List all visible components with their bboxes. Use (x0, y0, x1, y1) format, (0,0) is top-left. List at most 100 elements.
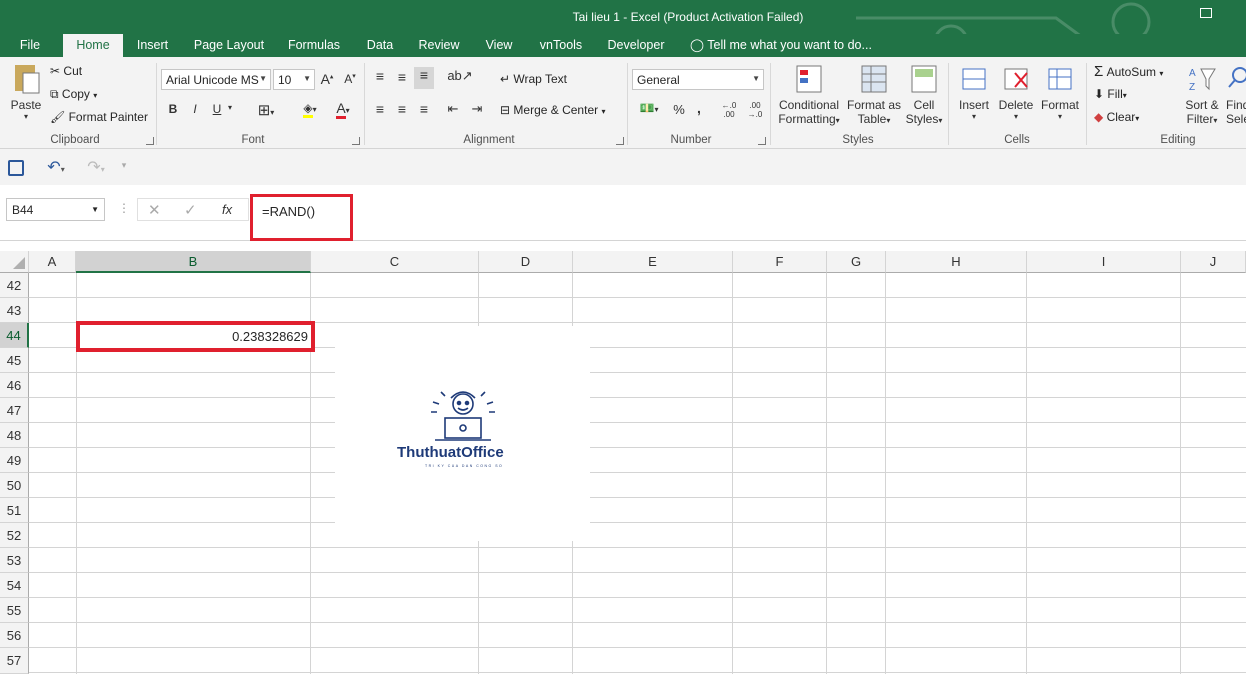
restore-window-button[interactable] (1200, 8, 1212, 18)
format-painter-button[interactable]: 🖌 Format Painter (50, 110, 148, 124)
increase-decimal-button[interactable]: ←.0 .00 (718, 101, 740, 119)
row-header[interactable]: 43 (0, 298, 29, 323)
align-bottom-icon[interactable]: ≡ (414, 67, 434, 89)
italic-button[interactable]: I (188, 102, 202, 116)
number-format-select[interactable]: General ▼ (632, 69, 764, 90)
save-icon[interactable] (8, 160, 24, 176)
wrap-text-button[interactable]: ↵ Wrap Text (500, 72, 567, 86)
column-header-selected[interactable]: B (76, 251, 311, 273)
row-header[interactable]: 51 (0, 498, 29, 523)
row-header[interactable]: 48 (0, 423, 29, 448)
row-header-selected[interactable]: 44 (0, 323, 29, 348)
row-header[interactable]: 57 (0, 648, 29, 674)
customize-toolbar-icon[interactable]: ▾ (120, 160, 128, 171)
tab-review[interactable]: Review (414, 34, 464, 57)
format-cells-button[interactable]: Format ▾ (1038, 63, 1082, 121)
conditional-formatting-button[interactable]: Conditional Formatting▾ (774, 63, 844, 126)
tab-insert[interactable]: Insert (130, 34, 175, 57)
row-header[interactable]: 46 (0, 373, 29, 398)
row-header[interactable]: 55 (0, 598, 29, 623)
find-select-button[interactable]: Find Sele (1226, 63, 1246, 126)
underline-button[interactable]: U (210, 102, 224, 116)
tab-home[interactable]: Home (63, 34, 123, 57)
accounting-format-button[interactable]: 💵▾ (634, 101, 664, 115)
merge-center-button[interactable]: ⊟ Merge & Center ▾ (500, 103, 605, 117)
decrease-indent-icon[interactable]: ⇤ (444, 101, 462, 117)
orientation-button[interactable]: ab↗ (446, 68, 474, 84)
tab-vntools[interactable]: vnTools (533, 34, 589, 57)
cell-styles-button[interactable]: Cell Styles▾ (904, 63, 944, 126)
name-box[interactable]: B44 ▼ (6, 198, 105, 221)
tab-data[interactable]: Data (360, 34, 400, 57)
clipboard-launcher-icon[interactable] (146, 137, 154, 145)
increase-indent-icon[interactable]: ⇥ (468, 101, 486, 117)
row-header[interactable]: 56 (0, 623, 29, 648)
font-size-select[interactable]: 10 ▼ (273, 69, 315, 90)
conditional-formatting-label-1: Conditional (778, 98, 840, 112)
tab-file[interactable]: File (10, 34, 50, 57)
percent-style-button[interactable]: % (672, 102, 686, 117)
decrease-font-size-button[interactable]: A▾ (343, 72, 357, 86)
chevron-down-icon: ▾ (93, 91, 98, 100)
autosum-button[interactable]: Σ AutoSum ▾ (1094, 63, 1163, 80)
resize-handle-icon[interactable]: ⋮ (118, 201, 130, 215)
column-header[interactable]: I (1027, 251, 1181, 273)
font-name-select[interactable]: Arial Unicode MS ▼ (161, 69, 271, 90)
number-launcher-icon[interactable] (758, 137, 766, 145)
insert-cells-button[interactable]: Insert ▾ (954, 63, 994, 121)
undo-button[interactable]: ↶▾ (42, 157, 70, 177)
align-left-icon[interactable]: ≡ (372, 101, 388, 117)
comma-style-button[interactable]: , (694, 100, 704, 116)
column-header[interactable]: G (827, 251, 886, 273)
align-middle-icon[interactable]: ≡ (394, 69, 410, 85)
row-header[interactable]: 42 (0, 273, 29, 298)
increase-font-size-button[interactable]: A▴ (320, 71, 334, 87)
row-header[interactable]: 47 (0, 398, 29, 423)
decrease-decimal-button[interactable]: .00 →.0 (744, 101, 766, 119)
column-header[interactable]: J (1181, 251, 1246, 273)
column-header[interactable]: E (573, 251, 733, 273)
paste-button[interactable]: Paste ▾ (8, 61, 44, 131)
row-header[interactable]: 45 (0, 348, 29, 373)
sort-filter-button[interactable]: AZ Sort & Filter▾ (1182, 63, 1222, 126)
column-header[interactable]: F (733, 251, 827, 273)
row-header[interactable]: 54 (0, 573, 29, 598)
redo-button[interactable]: ↷▾ (82, 157, 110, 177)
cancel-icon[interactable]: ✕ (148, 201, 161, 219)
borders-button[interactable]: ⊞▾ (252, 101, 280, 119)
enter-icon[interactable]: ✓ (184, 201, 197, 219)
insert-function-button[interactable]: fx (222, 202, 232, 217)
select-all-corner[interactable] (0, 251, 29, 273)
column-header[interactable]: H (886, 251, 1027, 273)
align-right-icon[interactable]: ≡ (416, 101, 432, 117)
fill-button[interactable]: ⬇ Fill▾ (1094, 87, 1127, 101)
row-header[interactable]: 49 (0, 448, 29, 473)
chevron-down-icon[interactable]: ▾ (224, 103, 236, 112)
font-color-button[interactable]: A▾ (329, 100, 357, 119)
column-header[interactable]: C (311, 251, 479, 273)
tell-me-search[interactable]: ◯ Tell me what you want to do... (690, 34, 872, 57)
row-header[interactable]: 53 (0, 548, 29, 573)
column-header[interactable]: A (29, 251, 76, 273)
row-header[interactable]: 52 (0, 523, 29, 548)
font-launcher-icon[interactable] (352, 137, 360, 145)
formula-input[interactable]: =RAND() (250, 194, 353, 241)
column-header[interactable]: D (479, 251, 573, 273)
tab-view[interactable]: View (480, 34, 518, 57)
row-header[interactable]: 50 (0, 473, 29, 498)
fill-color-button[interactable]: ◈▾ (296, 101, 324, 118)
cut-button[interactable]: ✂ Cut (50, 64, 82, 78)
format-as-table-button[interactable]: Format as Table▾ (846, 63, 902, 126)
delete-cells-button[interactable]: Delete ▾ (996, 63, 1036, 121)
tab-page-layout[interactable]: Page Layout (190, 34, 268, 57)
tab-developer[interactable]: Developer (603, 34, 669, 57)
tab-formulas[interactable]: Formulas (282, 34, 346, 57)
alignment-launcher-icon[interactable] (616, 137, 624, 145)
worksheet-grid[interactable]: A B C D E F G H I J 42 43 44 45 46 47 48… (0, 251, 1246, 674)
active-cell-b44[interactable]: 0.238328629 (76, 321, 315, 352)
bold-button[interactable]: B (166, 102, 180, 116)
align-top-icon[interactable]: ≡ (372, 68, 388, 84)
clear-button[interactable]: ◆ Clear▾ (1094, 110, 1139, 124)
align-center-icon[interactable]: ≡ (394, 101, 410, 117)
copy-button[interactable]: ⧉ Copy ▾ (50, 87, 97, 102)
